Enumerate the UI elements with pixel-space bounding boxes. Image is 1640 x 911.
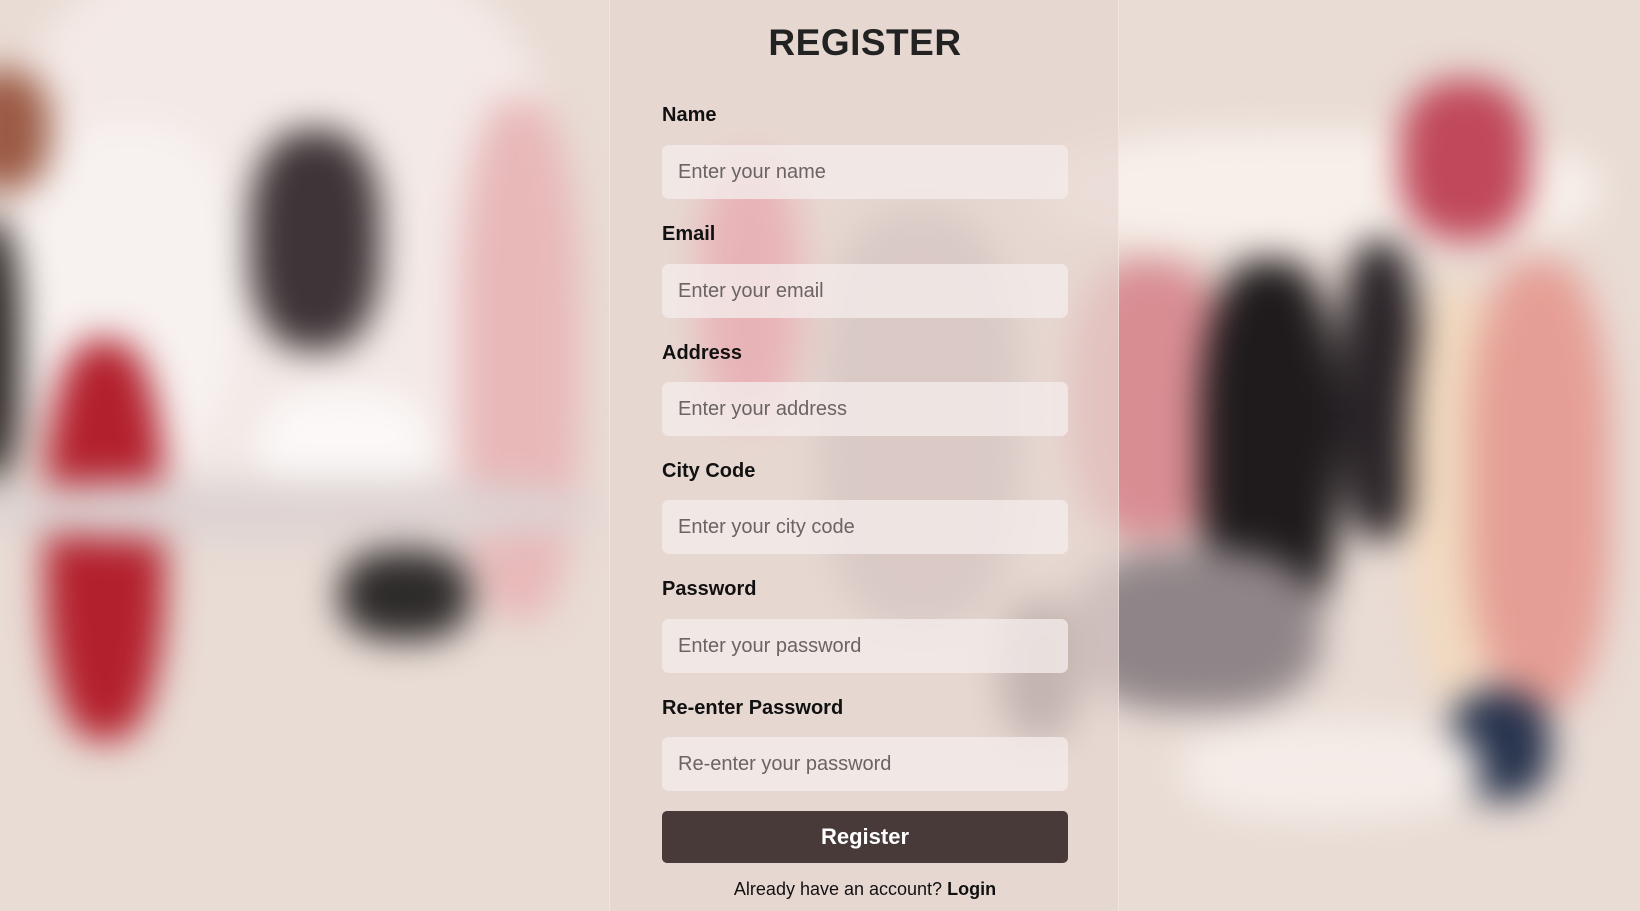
password-input[interactable] <box>662 619 1068 673</box>
register-panel: REGISTER Name Email Address City Code Pa… <box>609 0 1119 911</box>
login-prompt-row: Already have an account? Login <box>610 879 1120 900</box>
city-code-label: City Code <box>662 460 756 482</box>
address-label: Address <box>662 342 743 364</box>
reenter-password-label: Re-enter Password <box>662 697 844 719</box>
city-code-input[interactable] <box>662 500 1068 554</box>
email-label: Email <box>662 223 716 245</box>
address-input[interactable] <box>662 382 1068 436</box>
name-label: Name <box>662 104 717 126</box>
email-input[interactable] <box>662 264 1068 318</box>
login-prompt-text: Already have an account? <box>733 879 943 899</box>
password-label: Password <box>662 578 757 600</box>
register-title: REGISTER <box>768 22 962 63</box>
name-input[interactable] <box>662 145 1068 199</box>
reenter-password-input[interactable] <box>662 737 1068 791</box>
login-link[interactable]: Login <box>947 879 996 899</box>
register-button[interactable]: Register <box>662 811 1068 863</box>
